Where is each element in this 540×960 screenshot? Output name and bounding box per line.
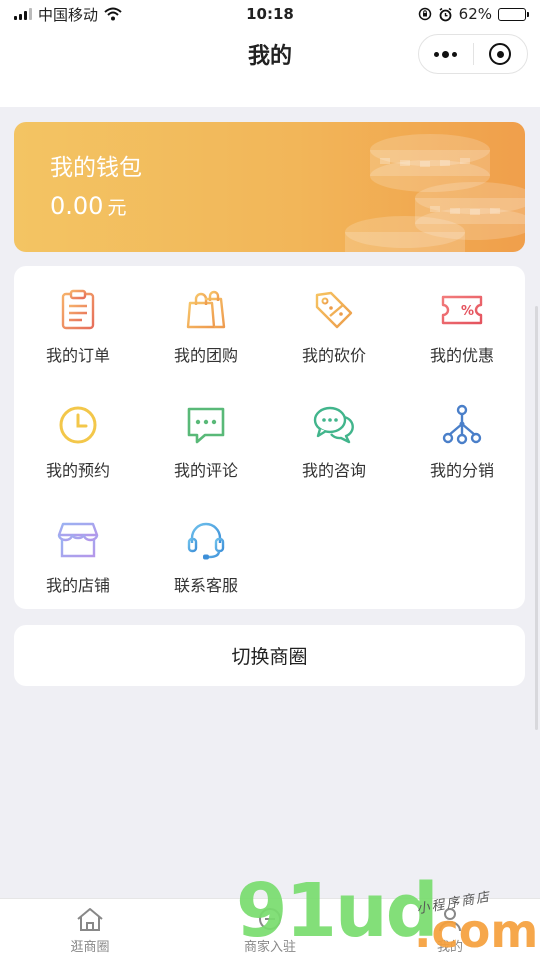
menu-label: 我的咨询: [301, 461, 366, 480]
store-entry-icon: [255, 905, 285, 933]
navigation-bar: 我的: [0, 28, 540, 80]
chat-icon: [311, 403, 357, 447]
clipboard-icon: [55, 288, 101, 332]
menu-label: 我的团购: [173, 346, 238, 365]
menu-my-distribution[interactable]: 我的分销: [398, 381, 526, 481]
menu-label: 我的优惠: [429, 346, 494, 365]
alarm-icon: [439, 7, 452, 21]
menu-my-store[interactable]: 我的店铺: [14, 496, 142, 596]
page-title: 我的: [247, 44, 292, 69]
menu-grid: 我的订单 我的团购 我的砍价 % 我的优惠 我的预约 我的评论 我的咨询 我的分…: [14, 266, 525, 609]
scrollbar[interactable]: [535, 306, 538, 730]
shopping-bag-icon: [183, 288, 229, 332]
carrier-name: 中国移动: [38, 5, 99, 24]
hierarchy-icon: [439, 403, 485, 447]
menu-my-orders[interactable]: 我的订单: [14, 266, 142, 366]
tab-label: 商家入驻: [243, 940, 296, 955]
tab-bar: 逛商圈 商家入驻 我的: [0, 898, 540, 960]
menu-label: 我的评论: [173, 461, 238, 480]
battery-percent: 62%: [458, 5, 492, 23]
wallet-unit: 元: [107, 197, 127, 219]
battery-icon: [498, 7, 529, 21]
price-tag-icon: [311, 288, 357, 332]
coupon-icon: %: [439, 288, 485, 332]
tab-browse-district[interactable]: 逛商圈: [0, 899, 180, 960]
status-right: 62%: [418, 5, 529, 23]
home-icon: [75, 905, 105, 933]
tab-merchant-entry[interactable]: 商家入驻: [180, 899, 360, 960]
clock-icon: [55, 403, 101, 447]
tab-label: 我的: [436, 940, 463, 955]
menu-my-coupons[interactable]: % 我的优惠: [398, 266, 526, 366]
signal-icon: [14, 8, 32, 20]
header-spacer: [0, 80, 540, 107]
menu-label: 我的预约: [45, 461, 110, 480]
tab-mine[interactable]: 我的: [360, 899, 540, 960]
menu-label: 我的店铺: [45, 576, 110, 595]
comment-icon: [183, 403, 229, 447]
status-left: 中国移动: [14, 4, 122, 25]
tab-label: 逛商圈: [70, 940, 110, 955]
mini-program-capsule: [418, 34, 528, 74]
target-icon: [489, 43, 512, 65]
svg-text:%: %: [461, 304, 474, 319]
profile-icon: [435, 905, 465, 933]
status-bar: 中国移动 10:18 62%: [0, 0, 540, 28]
menu-contact-service[interactable]: 联系客服: [142, 496, 270, 596]
orientation-lock-icon: [418, 7, 431, 21]
more-button[interactable]: [419, 35, 473, 73]
menu-label: 我的订单: [45, 346, 110, 365]
wallet-title: 我的钱包: [50, 155, 142, 181]
coin-stack-icon: [345, 134, 525, 252]
wallet-amount: 0.00: [50, 192, 104, 220]
wallet-balance: 0.00 元: [50, 192, 126, 220]
wifi-icon: [104, 7, 122, 21]
menu-my-comments[interactable]: 我的评论: [142, 381, 270, 481]
switch-district-button[interactable]: 切换商圈: [14, 625, 525, 686]
menu-my-group-buy[interactable]: 我的团购: [142, 266, 270, 366]
wallet-card[interactable]: 我的钱包 0.00 元: [14, 122, 525, 252]
headset-icon: [183, 518, 229, 562]
more-dots-icon: [434, 50, 458, 58]
close-mini-program-button[interactable]: [474, 35, 528, 73]
menu-my-consultations[interactable]: 我的咨询: [270, 381, 398, 481]
menu-my-bargain[interactable]: 我的砍价: [270, 266, 398, 366]
menu-label: 联系客服: [173, 576, 238, 595]
menu-label: 我的分销: [429, 461, 494, 480]
store-icon: [55, 518, 101, 562]
menu-label: 我的砍价: [301, 346, 366, 365]
switch-district-label: 切换商圈: [231, 646, 308, 668]
menu-my-appointments[interactable]: 我的预约: [14, 381, 142, 481]
